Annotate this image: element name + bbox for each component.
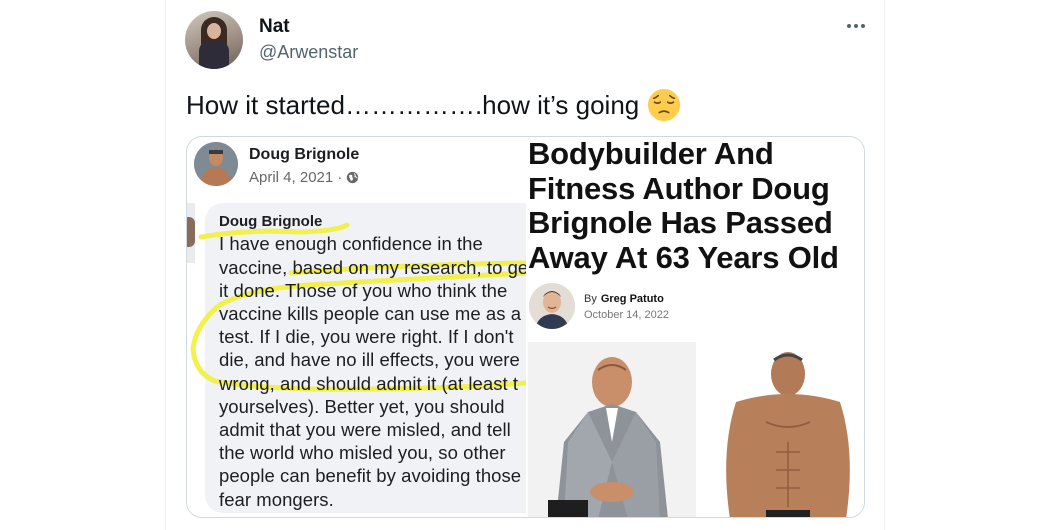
photo-suit [528, 342, 696, 517]
fb-comment-line: admit that you were misled, and tell [219, 419, 511, 440]
fb-comment-line: the world who misled you, so other [219, 442, 506, 463]
fb-comment-line: yourselves). Better yet, you should [219, 396, 505, 417]
left-gutter [0, 0, 166, 530]
article-author-name: Greg Patuto [600, 293, 664, 305]
photo-shirtless [696, 342, 864, 517]
byline-label: By [584, 293, 597, 305]
globe-icon [347, 171, 359, 184]
fb-comment-line: wrong, and should admit it (at least t [219, 373, 519, 394]
headline-line: Away At 63 Years Old [528, 239, 839, 275]
article-date: October 14, 2022 [584, 309, 670, 321]
tweet-text: How it started…………….how it’s going [186, 88, 681, 122]
tweet[interactable]: Nat @Arwenstar How it started…………….how i… [166, 0, 884, 530]
news-article-screenshot: Bodybuilder And Fitness Author Doug Brig… [526, 137, 864, 517]
fb-author-name: Doug Brignole [249, 146, 360, 163]
fb-date-text: April 4, 2021 · [249, 169, 343, 186]
headline-line: Bodybuilder And [528, 136, 774, 171]
article-byline: By Greg Patuto [584, 293, 664, 305]
more-horizontal-icon [847, 24, 851, 28]
fb-comment-author: Doug Brignole [219, 213, 323, 230]
facebook-post-screenshot: Doug Brignole April 4, 2021 · Doug Brign… [187, 137, 545, 517]
display-name[interactable]: Nat [259, 16, 290, 38]
tweet-text-content: How it started…………….how it’s going [186, 89, 640, 120]
tweet-media-image[interactable]: Doug Brignole April 4, 2021 · Doug Brign… [186, 136, 865, 518]
user-handle[interactable]: @Arwenstar [259, 42, 358, 63]
fb-post-date: April 4, 2021 · [249, 169, 359, 186]
avatar[interactable] [185, 11, 243, 69]
fb-comment-line: people can benefit by avoiding those [219, 465, 522, 486]
fb-comment-line: vaccine, based on my research, to ge [219, 257, 529, 278]
right-gutter [884, 0, 1050, 530]
article-author-avatar [529, 283, 575, 329]
fb-avatar [194, 142, 238, 186]
headline-line: Fitness Author Doug [528, 170, 830, 206]
more-options-button[interactable] [842, 12, 870, 40]
fb-comment-line: I have enough confidence in the [219, 233, 483, 254]
headline-line: Brignole Has Passed [528, 205, 833, 240]
fb-comment-line: fear mongers. [219, 489, 334, 510]
article-headline: Bodybuilder And Fitness Author Doug Brig… [528, 137, 839, 275]
fb-comment-line: die, and have no ill effects, you were [219, 349, 520, 370]
pensive-face-emoji [647, 88, 681, 122]
fb-comment-line: vaccine kills people can use me as a [219, 303, 522, 324]
fb-comment-line: it done. Those of you who think the [219, 280, 508, 301]
fb-comment-line: test. If I die, you were right. If I don… [219, 326, 514, 347]
